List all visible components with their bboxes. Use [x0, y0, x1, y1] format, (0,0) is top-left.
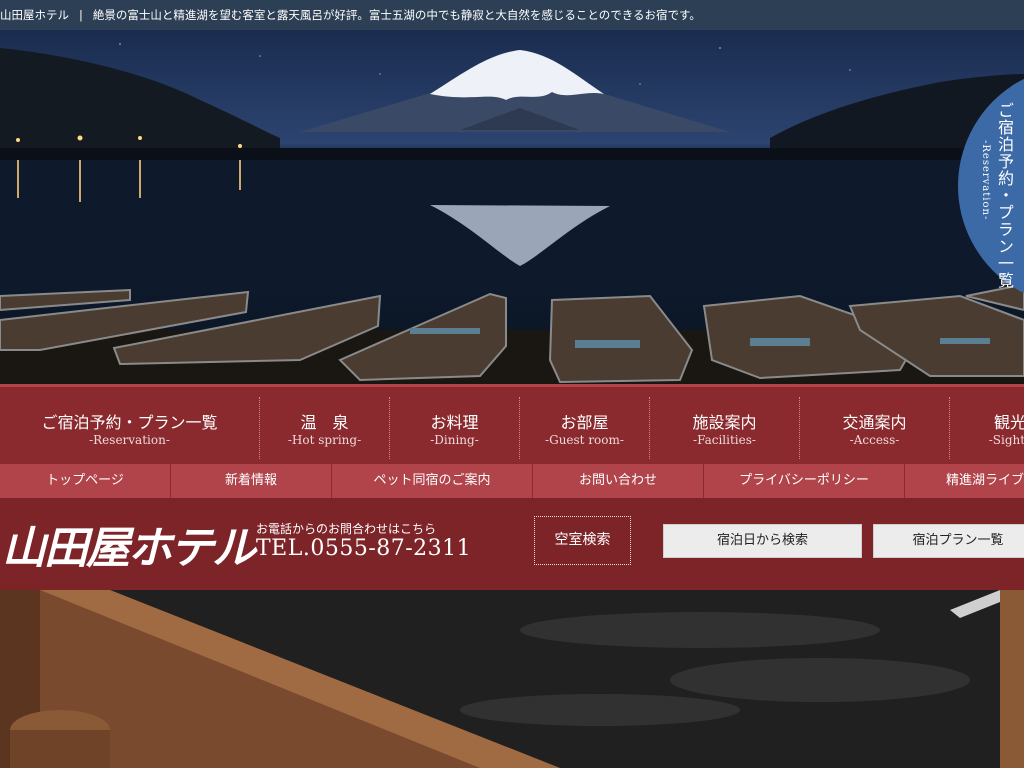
nav-dining[interactable]: お料理 -Dining- — [390, 397, 520, 459]
nav-sub: -Facilities- — [693, 433, 756, 447]
tel-note: お電話からのお問合わせはこちら — [256, 522, 437, 536]
nav-label: 観光 — [993, 413, 1024, 432]
nav-sights[interactable]: 観光 -Sights — [950, 397, 1024, 459]
telephone-number: TEL.0555-87-2311 — [256, 536, 472, 561]
nav-sub: -Guest room- — [545, 433, 624, 447]
onsen-photo — [0, 590, 1024, 768]
nav-guest-room[interactable]: お部屋 -Guest room- — [520, 397, 650, 459]
subnav-pets[interactable]: ペット同宿のご案内 — [332, 464, 533, 498]
main-navigation: ご宿泊予約・プラン一覧 -Reservation- 温 泉 -Hot sprin… — [0, 384, 1024, 464]
subnav-contact[interactable]: お問い合わせ — [533, 464, 704, 498]
site-name: 山田屋ホテル — [0, 8, 69, 22]
reservation-tab-sub: -Reservation- — [980, 140, 991, 221]
nav-access[interactable]: 交通案内 -Access- — [800, 397, 950, 459]
subnav-privacy-policy[interactable]: プライバシーポリシー — [704, 464, 905, 498]
nav-hot-spring[interactable]: 温 泉 -Hot spring- — [260, 397, 390, 459]
nav-label: 温 泉 — [300, 413, 349, 432]
nav-sub: -Reservation- — [89, 433, 170, 447]
hotel-logo[interactable]: 山田屋ホテル — [2, 512, 256, 576]
nav-label: 交通案内 — [842, 413, 907, 432]
subnav-top-page[interactable]: トップページ — [0, 464, 171, 498]
reservation-tab-label: ご宿泊予約・プラン一覧 — [995, 102, 1014, 289]
search-by-date-button[interactable]: 宿泊日から検索 — [663, 524, 862, 558]
nav-label: ご宿泊予約・プラン一覧 — [41, 413, 218, 432]
site-tagline: 絶景の富士山と精進湖を望む客室と露天風呂が好評。富士五湖の中でも静寂と大自然を感… — [92, 8, 701, 22]
nav-sub: -Access- — [849, 433, 900, 447]
top-info-bar: 山田屋ホテル | 絶景の富士山と精進湖を望む客室と露天風呂が好評。富士五湖の中でも静… — [0, 0, 1024, 30]
hero-image: ご宿泊予約・プラン一覧 -Reservation- — [0, 30, 1024, 384]
nav-sub: -Hot spring- — [287, 433, 362, 447]
nav-sub: -Sights — [988, 433, 1024, 447]
vacancy-search-button[interactable]: 空室検索 — [534, 516, 631, 565]
separator: | — [79, 8, 83, 22]
nav-label: お料理 — [430, 413, 479, 432]
sub-navigation: トップページ 新着情報 ペット同宿のご案内 お問い合わせ プライバシーポリシー … — [0, 464, 1024, 499]
onsen-scene — [0, 590, 1024, 768]
subnav-news[interactable]: 新着情報 — [171, 464, 332, 498]
hero-scene — [0, 43, 1024, 384]
contact-band: 山田屋ホテル お電話からのお問合わせはこちら TEL.0555-87-2311 … — [0, 498, 1024, 590]
nav-label: 施設案内 — [692, 413, 757, 432]
nav-facilities[interactable]: 施設案内 -Facilities- — [650, 397, 800, 459]
nav-sub: -Dining- — [430, 433, 479, 447]
nav-reservation[interactable]: ご宿泊予約・プラン一覧 -Reservation- — [0, 397, 260, 459]
subnav-lake-live[interactable]: 精進湖ライブ — [905, 464, 1024, 498]
plan-list-button[interactable]: 宿泊プラン一覧 — [873, 524, 1024, 558]
nav-label: お部屋 — [560, 413, 609, 432]
